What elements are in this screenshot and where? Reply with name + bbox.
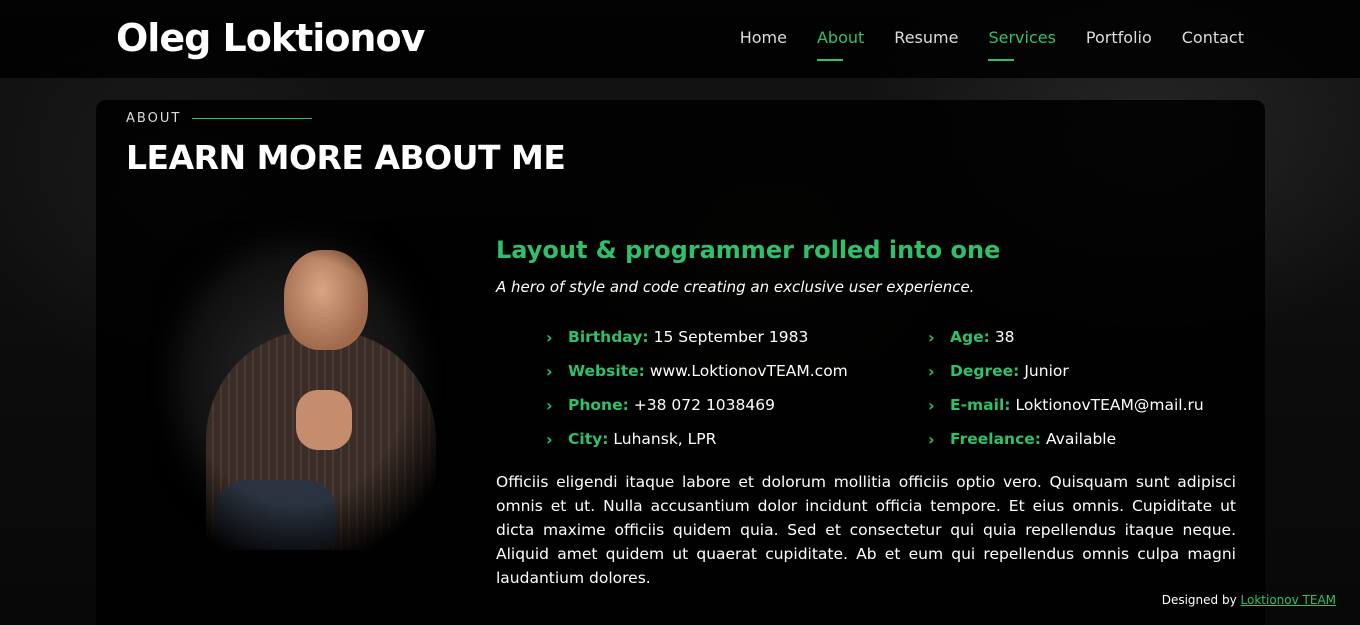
about-content: Layout & programmer rolled into one A he… bbox=[496, 236, 1236, 587]
fact-city: › City: Luhansk, LPR bbox=[546, 422, 886, 456]
about-section: ABOUT LEARN MORE ABOUT ME Layout & progr… bbox=[96, 100, 1265, 625]
section-label: ABOUT bbox=[126, 111, 182, 126]
fact-value: 38 bbox=[994, 328, 1015, 346]
nav-resume[interactable]: Resume bbox=[894, 28, 958, 53]
nav-portfolio[interactable]: Portfolio bbox=[1086, 28, 1152, 53]
fact-birthday: › Birthday: 15 September 1983 bbox=[546, 320, 886, 354]
fact-label: E-mail: bbox=[950, 396, 1011, 414]
fact-value: Junior bbox=[1024, 362, 1069, 380]
credit-link[interactable]: Loktionov TEAM bbox=[1241, 593, 1336, 607]
fact-label: Degree: bbox=[950, 362, 1020, 380]
chevron-right-icon: › bbox=[546, 361, 553, 381]
footer-credit: Designed by Loktionov TEAM bbox=[1162, 593, 1336, 607]
about-tagline: Layout & programmer rolled into one bbox=[496, 236, 1001, 264]
photo-legs bbox=[216, 480, 336, 550]
fact-label: Age: bbox=[950, 328, 990, 346]
fact-label: Website: bbox=[568, 362, 645, 380]
section-divider bbox=[192, 118, 312, 119]
chevron-right-icon: › bbox=[928, 327, 935, 347]
fact-value: +38 072 1038469 bbox=[633, 396, 775, 414]
nav-contact[interactable]: Contact bbox=[1182, 28, 1244, 53]
chevron-right-icon: › bbox=[546, 429, 553, 449]
fact-value: www.LoktionovTEAM.com bbox=[649, 362, 848, 380]
photo-thumbs-up bbox=[296, 390, 352, 450]
credit-prefix: Designed by bbox=[1161, 593, 1237, 607]
photo-head bbox=[284, 250, 368, 350]
site-logo[interactable]: Oleg Loktionov bbox=[116, 16, 425, 60]
about-subtitle: A hero of style and code creating an exc… bbox=[496, 278, 975, 296]
fact-email: › E-mail: LoktionovTEAM@mail.ru bbox=[928, 388, 1268, 422]
profile-photo bbox=[146, 220, 446, 550]
chevron-right-icon: › bbox=[928, 429, 935, 449]
chevron-right-icon: › bbox=[928, 361, 935, 381]
site-header: Oleg Loktionov Home About Resume Service… bbox=[0, 0, 1360, 78]
chevron-right-icon: › bbox=[546, 395, 553, 415]
fact-label: Birthday: bbox=[568, 328, 649, 346]
fact-value: Luhansk, LPR bbox=[613, 430, 717, 448]
fact-value: LoktionovTEAM@mail.ru bbox=[1015, 396, 1204, 414]
fact-degree: › Degree: Junior bbox=[928, 354, 1268, 388]
facts-right-column: › Age: 38 › Degree: Junior › E-mail: Lok… bbox=[928, 320, 1268, 456]
section-title: LEARN MORE ABOUT ME bbox=[126, 138, 566, 177]
chevron-right-icon: › bbox=[546, 327, 553, 347]
nav-about[interactable]: About bbox=[816, 28, 864, 61]
fact-label: City: bbox=[568, 430, 609, 448]
chevron-right-icon: › bbox=[928, 395, 935, 415]
nav-services[interactable]: Services bbox=[988, 28, 1056, 61]
fact-label: Freelance: bbox=[950, 430, 1041, 448]
fact-label: Phone: bbox=[568, 396, 629, 414]
facts-left-column: › Birthday: 15 September 1983 › Website:… bbox=[546, 320, 886, 456]
fact-phone: › Phone: +38 072 1038469 bbox=[546, 388, 886, 422]
fact-freelance: › Freelance: Available bbox=[928, 422, 1268, 456]
fact-value: 15 September 1983 bbox=[653, 328, 809, 346]
nav-home[interactable]: Home bbox=[740, 28, 787, 53]
about-bio: Officiis eligendi itaque labore et dolor… bbox=[496, 473, 1236, 587]
fact-value: Available bbox=[1045, 430, 1117, 448]
fact-website: › Website: www.LoktionovTEAM.com bbox=[546, 354, 886, 388]
main-nav: Home About Resume Services Portfolio Con… bbox=[740, 28, 1244, 61]
fact-age: › Age: 38 bbox=[928, 320, 1268, 354]
